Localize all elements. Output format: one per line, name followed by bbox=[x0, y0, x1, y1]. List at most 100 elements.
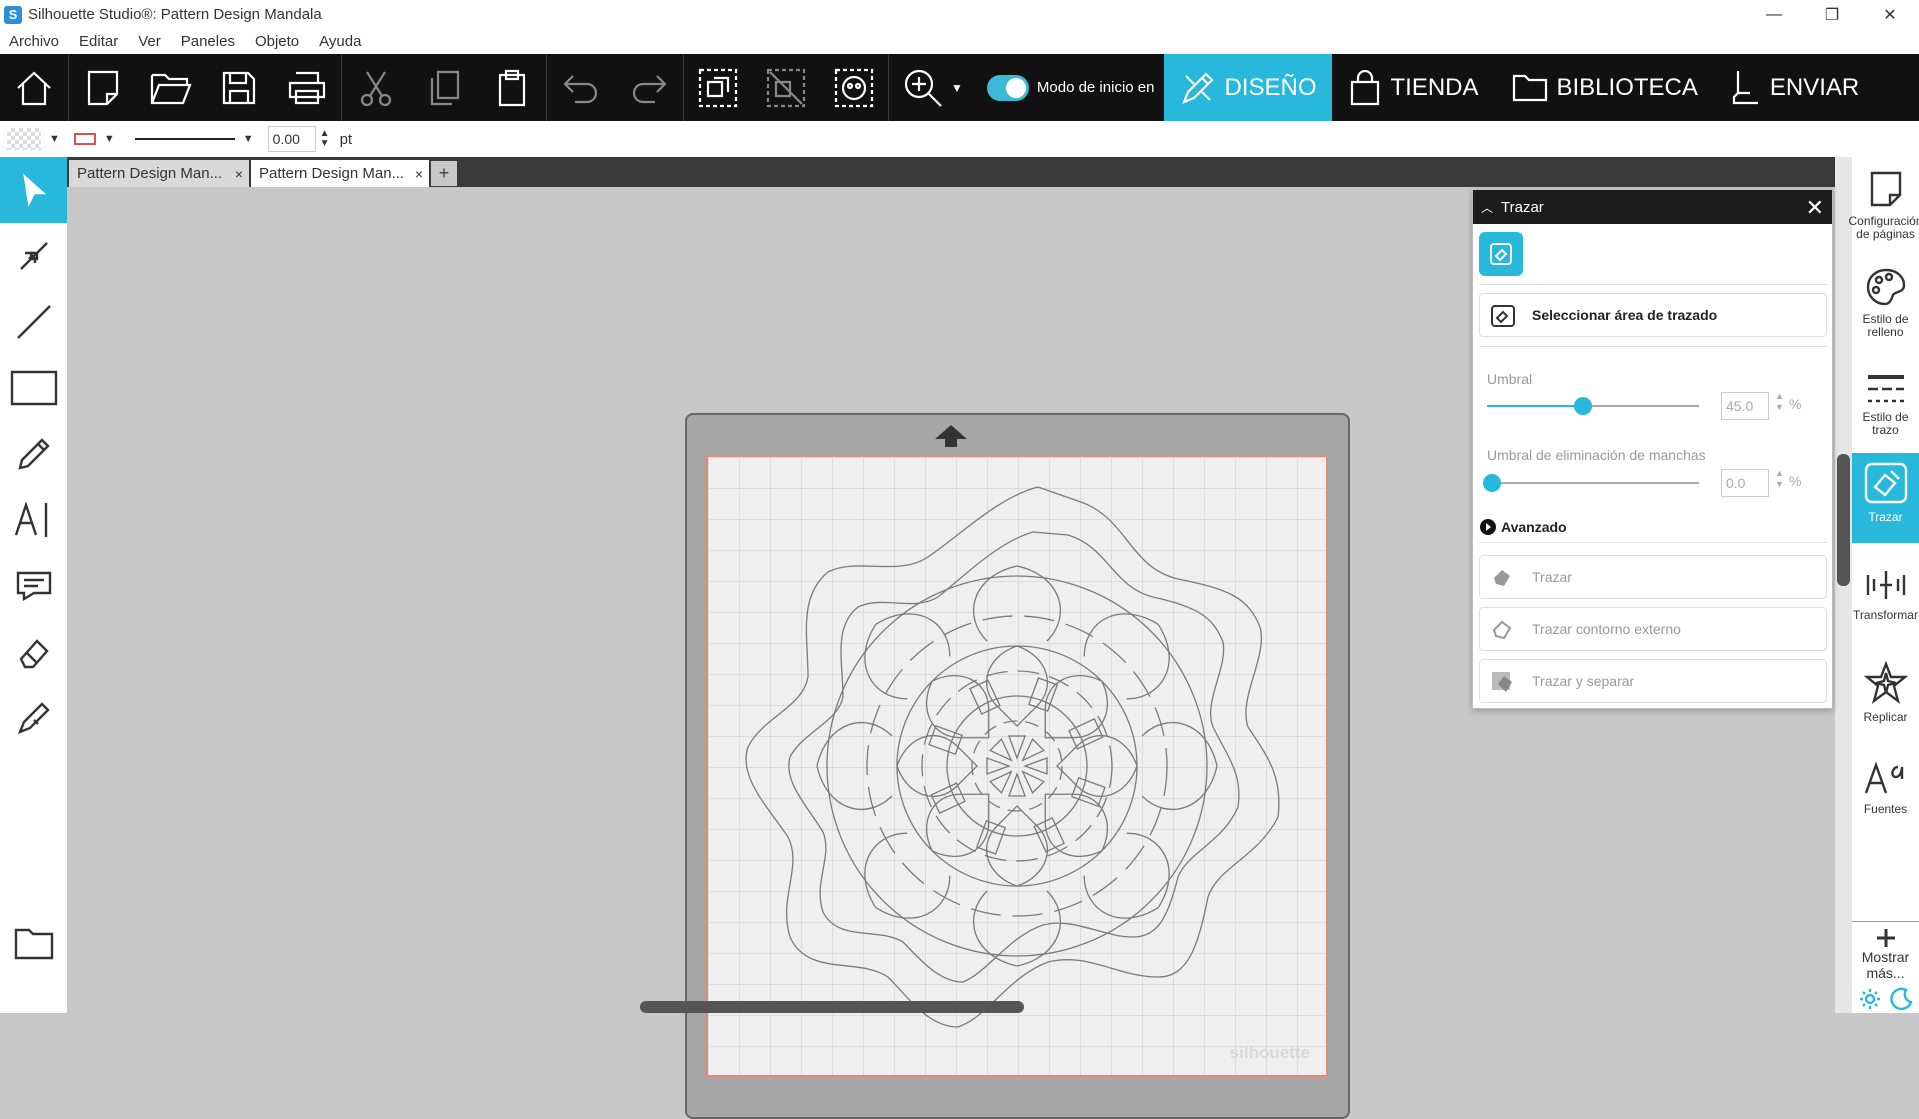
menu-archivo[interactable]: Archivo bbox=[9, 33, 59, 50]
speckle-stepper[interactable]: ▲ ▼ bbox=[1775, 468, 1784, 490]
maximize-button[interactable]: ❐ bbox=[1803, 0, 1861, 29]
vertical-scrollbar-thumb[interactable] bbox=[1837, 454, 1850, 586]
vertical-scrollbar[interactable] bbox=[1835, 157, 1852, 1013]
rectangle-tool[interactable] bbox=[0, 355, 67, 421]
print-button[interactable] bbox=[273, 54, 341, 121]
zoom-button[interactable] bbox=[889, 54, 957, 121]
fill-color-swatch[interactable] bbox=[7, 128, 41, 150]
paste-button[interactable] bbox=[478, 54, 546, 121]
cut-button[interactable] bbox=[342, 54, 410, 121]
knife-tool[interactable] bbox=[0, 685, 67, 751]
replicate-icon bbox=[1863, 661, 1908, 705]
trace-icon bbox=[1864, 462, 1907, 504]
trace-outer-edge-button[interactable]: Trazar contorno externo bbox=[1479, 607, 1827, 651]
collapse-chevron-icon[interactable]: ︿ bbox=[1481, 199, 1493, 216]
fonts-button[interactable]: Fuentes bbox=[1852, 761, 1919, 845]
bottom-icons bbox=[1858, 987, 1914, 1011]
menu-ayuda[interactable]: Ayuda bbox=[319, 33, 361, 50]
select-trace-area-button[interactable]: Seleccionar área de trazado bbox=[1479, 293, 1827, 337]
advanced-section-toggle[interactable]: Avanzado bbox=[1479, 518, 1567, 536]
library-panel-button[interactable] bbox=[0, 911, 67, 977]
pointer-arrow-icon bbox=[22, 173, 46, 207]
group-button[interactable] bbox=[684, 54, 752, 121]
point-edit-tool[interactable] bbox=[0, 223, 67, 289]
threshold-slider-knob[interactable] bbox=[1574, 397, 1592, 415]
eraser-tool[interactable] bbox=[0, 619, 67, 685]
new-tab-button[interactable]: + bbox=[431, 161, 457, 186]
trace-panel-button[interactable]: Trazar bbox=[1852, 453, 1919, 543]
menu-ver[interactable]: Ver bbox=[138, 33, 161, 50]
zoom-dropdown-caret[interactable]: ▼ bbox=[951, 81, 963, 95]
fonts-label: Fuentes bbox=[1863, 802, 1908, 816]
save-icon bbox=[222, 71, 256, 104]
open-button[interactable] bbox=[137, 54, 205, 121]
menu-paneles[interactable]: Paneles bbox=[181, 33, 235, 50]
settings-gear-icon[interactable] bbox=[1858, 987, 1882, 1011]
close-tab-icon[interactable]: × bbox=[415, 166, 423, 182]
replicate-button[interactable]: Replicar bbox=[1852, 661, 1919, 745]
menu-editar[interactable]: Editar bbox=[79, 33, 118, 50]
document-tab-label: Pattern Design Man... bbox=[259, 165, 405, 182]
mandala-design[interactable] bbox=[708, 457, 1326, 1075]
cut-area-page[interactable]: silhouette bbox=[706, 455, 1328, 1077]
text-box-tool[interactable] bbox=[0, 553, 67, 619]
trace-icon bbox=[1490, 243, 1512, 265]
trace-button[interactable]: Trazar bbox=[1479, 555, 1827, 599]
page-setup-button[interactable]: Configuración de páginas bbox=[1848, 169, 1919, 253]
document-tab-2[interactable]: Pattern Design Man... × bbox=[251, 160, 429, 187]
line-width-input[interactable]: 0.00 bbox=[267, 126, 316, 152]
redo-button[interactable] bbox=[615, 54, 683, 121]
copy-button[interactable] bbox=[410, 54, 478, 121]
show-more-label: Mostrar más... bbox=[1861, 949, 1910, 981]
line-style-button[interactable]: Estilo de trazo bbox=[1852, 371, 1919, 455]
right-panel-bar: Configuración de páginas Estilo de relle… bbox=[1848, 157, 1919, 1013]
fill-dropdown-caret[interactable]: ▼ bbox=[49, 133, 60, 145]
show-more-button[interactable]: Mostrar más... bbox=[1852, 927, 1919, 983]
ungroup-button[interactable] bbox=[752, 54, 820, 121]
save-button[interactable] bbox=[205, 54, 273, 121]
line-tool[interactable] bbox=[0, 289, 67, 355]
line-color-swatch[interactable] bbox=[73, 133, 96, 145]
trace-and-detach-button[interactable]: Trazar y separar bbox=[1479, 659, 1827, 703]
speckle-threshold-slider[interactable] bbox=[1483, 474, 1699, 492]
trace-mode-button[interactable] bbox=[1479, 232, 1523, 276]
speckle-slider-knob[interactable] bbox=[1483, 474, 1501, 492]
select-tool[interactable] bbox=[0, 157, 67, 223]
compound-path-button[interactable] bbox=[820, 54, 888, 121]
theme-moon-icon[interactable] bbox=[1890, 987, 1914, 1011]
draw-tool[interactable] bbox=[0, 421, 67, 487]
threshold-stepper[interactable]: ▲ ▼ bbox=[1775, 391, 1784, 413]
line-color-dropdown-caret[interactable]: ▼ bbox=[104, 133, 115, 145]
file-group bbox=[69, 54, 341, 121]
line-width-unit: pt bbox=[339, 130, 353, 148]
menu-objeto[interactable]: Objeto bbox=[255, 33, 299, 50]
fill-style-button[interactable]: Estilo de relleno bbox=[1852, 267, 1919, 351]
transform-button[interactable]: Transformar bbox=[1852, 567, 1919, 651]
threshold-input[interactable]: 45.0 bbox=[1721, 392, 1769, 420]
speckle-threshold-input[interactable]: 0.0 bbox=[1721, 469, 1769, 497]
line-style-dropdown-caret[interactable]: ▼ bbox=[243, 133, 254, 145]
trace-and-detach-label: Trazar y separar bbox=[1532, 673, 1635, 689]
document-tab-1[interactable]: Pattern Design Man... × bbox=[69, 160, 249, 187]
tab-design[interactable]: DISEÑO bbox=[1164, 54, 1333, 121]
close-window-button[interactable]: ✕ bbox=[1861, 0, 1919, 29]
new-document-button[interactable] bbox=[69, 54, 137, 121]
tab-library[interactable]: BIBLIOTECA bbox=[1495, 54, 1714, 121]
horizontal-scrollbar-thumb[interactable] bbox=[640, 1001, 1024, 1013]
tab-store[interactable]: TIENDA bbox=[1332, 54, 1494, 121]
stepper-down-icon[interactable]: ▼ bbox=[320, 139, 330, 149]
home-button[interactable] bbox=[0, 54, 68, 121]
minimize-button[interactable]: — bbox=[1745, 0, 1803, 29]
transform-icon bbox=[1866, 571, 1905, 599]
threshold-slider[interactable] bbox=[1487, 397, 1699, 415]
text-tool[interactable] bbox=[0, 487, 67, 553]
line-width-stepper[interactable]: ▲ ▼ bbox=[320, 129, 330, 149]
line-style-sample[interactable] bbox=[134, 138, 235, 140]
tab-send[interactable]: ENVIAR bbox=[1714, 54, 1875, 121]
close-tab-icon[interactable]: × bbox=[235, 166, 243, 182]
undo-button[interactable] bbox=[547, 54, 615, 121]
start-mode-toggle[interactable] bbox=[986, 74, 1029, 101]
trace-panel: ︿ Trazar ✕ Seleccionar área de trazado U… bbox=[1472, 189, 1833, 709]
close-panel-icon[interactable]: ✕ bbox=[1806, 195, 1824, 221]
page-setup-icon bbox=[1870, 171, 1901, 207]
